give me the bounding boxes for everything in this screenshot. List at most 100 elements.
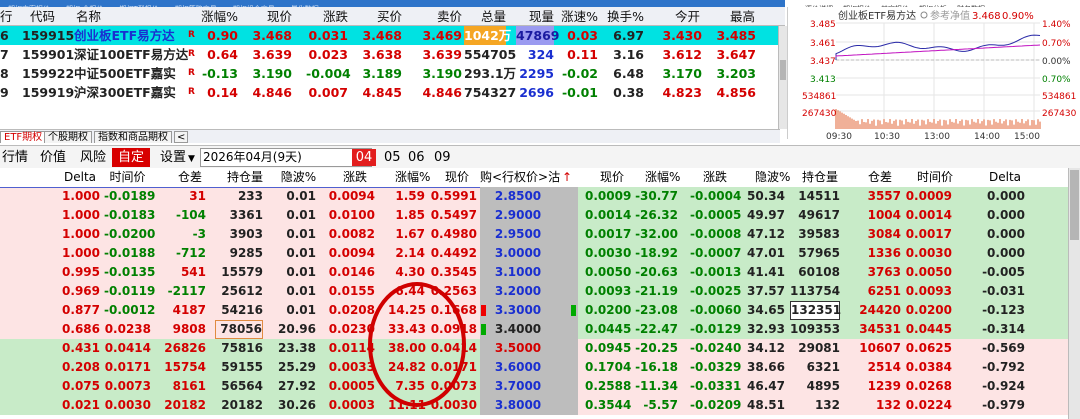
option-pt: 0.0200 bbox=[905, 303, 952, 317]
month-05-tab[interactable]: 05 bbox=[384, 146, 401, 169]
option-row[interactable]: 0.686 0.0238 9808 78056 20.96 0.0230 33.43 0.09… bbox=[0, 320, 1068, 339]
option-poc: 34531 bbox=[859, 322, 901, 336]
mini-chart-last-price: 3.468 bbox=[972, 11, 1001, 22]
header-ask[interactable]: 卖价 bbox=[420, 7, 462, 26]
option-header-oi[interactable]: 持仓量 bbox=[225, 168, 265, 187]
quote-row[interactable]: 9 159919 沪深300ETF嘉实 R 0.14 4.846 0.007 4.845 4.8… bbox=[0, 83, 785, 102]
option-header-chg_pct[interactable]: 涨幅% bbox=[645, 168, 680, 187]
option-pd: -0.924 bbox=[982, 379, 1025, 393]
option-piv: 32.93 bbox=[747, 322, 785, 336]
option-row[interactable]: 0.995 -0.0135 541 15579 0.01 0.0146 4.30 0.3545… bbox=[0, 263, 1068, 282]
expiry-date-value: 2026年04月(9天) bbox=[203, 150, 302, 164]
option-pt: 0.0093 bbox=[905, 284, 952, 298]
option-ppct: -22.47 bbox=[635, 322, 678, 336]
option-piv: 47.01 bbox=[747, 246, 785, 260]
option-row[interactable]: 0.431 0.0414 26826 75816 23.38 0.0114 38.00 0.0… bbox=[0, 339, 1068, 358]
option-header-delta[interactable]: Delta bbox=[985, 168, 1025, 187]
option-header-iv[interactable]: 隐波% bbox=[280, 168, 317, 187]
option-header-time_value[interactable]: 时间价 bbox=[105, 168, 150, 187]
quote-mode-button[interactable]: 行情 bbox=[2, 146, 28, 169]
option-row[interactable]: 1.000 -0.0183 -104 3361 0.01 0.0100 1.85 0.5497… bbox=[0, 206, 1068, 225]
quote-row[interactable]: 6 159915 创业板ETF易方达 R 0.90 3.468 0.031 3.468 3.46… bbox=[0, 26, 785, 45]
option-poc: 1004 bbox=[867, 208, 901, 222]
header-current-volume[interactable]: 现量 bbox=[520, 7, 554, 26]
option-piv: 41.41 bbox=[747, 265, 785, 279]
quote-chg_pct: 0.64 bbox=[207, 47, 238, 62]
header-chg[interactable]: 涨跌 bbox=[306, 7, 348, 26]
quote-bid: 3.468 bbox=[362, 28, 402, 43]
risk-mode-button[interactable]: 风险 bbox=[80, 146, 106, 169]
option-header-iv[interactable]: 隐波% bbox=[755, 168, 790, 187]
option-civ: 0.01 bbox=[286, 208, 316, 222]
option-row[interactable]: 1.000 -0.0189 31 233 0.01 0.0094 1.59 0.5991 2.8… bbox=[0, 187, 1068, 206]
option-poc: 3763 bbox=[867, 265, 901, 279]
quote-ask: 3.190 bbox=[422, 66, 462, 81]
quote-bid: 3.638 bbox=[362, 47, 402, 62]
option-header-delta[interactable]: Delta bbox=[60, 168, 100, 187]
quote-row[interactable]: 7 159901 深证100ETF易方达 R 0.64 3.639 0.023 3.638 3.… bbox=[0, 45, 785, 64]
option-grid-scrollbar[interactable] bbox=[1068, 168, 1080, 419]
header-chg-pct[interactable]: 涨幅% bbox=[190, 7, 238, 26]
option-header-strike[interactable]: 购<行权价>沽 bbox=[480, 168, 560, 187]
option-pd: -0.979 bbox=[982, 398, 1025, 412]
header-speed[interactable]: 涨速% bbox=[558, 7, 598, 26]
option-header-time_value[interactable]: 时间价 bbox=[915, 168, 955, 187]
header-high[interactable]: 最高 bbox=[725, 7, 755, 26]
header-turnover[interactable]: 换手% bbox=[600, 7, 644, 26]
sort-arrow-icon[interactable]: ↑ bbox=[562, 168, 572, 187]
tab-etf-options[interactable]: ETF期权 bbox=[0, 131, 47, 143]
option-cp: 54216 bbox=[221, 303, 263, 317]
top-tab-strip[interactable]: 期权方案报价期权-全报价期权T型报价期权策略交易期权组合交易量化数据 bbox=[0, 0, 785, 7]
option-ct: -0.0012 bbox=[104, 303, 156, 317]
option-row[interactable]: 1.000 -0.0188 -712 9285 0.01 0.0094 2.14 0.4492… bbox=[0, 244, 1068, 263]
month-04-tab[interactable]: 04 bbox=[352, 149, 376, 166]
option-pt: 0.0445 bbox=[905, 322, 952, 336]
option-cpct: 1.85 bbox=[395, 208, 425, 222]
option-piv: 49.97 bbox=[747, 208, 785, 222]
option-pp: 0.2588 bbox=[585, 379, 632, 393]
tab-index-commodity-options[interactable]: 指数和商品期权 bbox=[94, 131, 172, 143]
option-row[interactable]: 0.969 -0.0119 -2117 25612 0.01 0.0155 6.44 0.25… bbox=[0, 282, 1068, 301]
option-cd: 0.995 bbox=[62, 265, 100, 279]
month-06-tab[interactable]: 06 bbox=[408, 146, 425, 169]
option-header-oi[interactable]: 持仓量 bbox=[800, 168, 840, 187]
tab-stock-options[interactable]: 个股期权 bbox=[44, 131, 92, 143]
option-row[interactable]: 0.208 0.0171 15754 59155 25.29 0.0033 24.82 0.0… bbox=[0, 358, 1068, 377]
option-row[interactable]: 0.877 -0.0012 4187 54216 0.01 0.0208 14.25 0.16… bbox=[0, 301, 1068, 320]
option-header-chg[interactable]: 涨跌 bbox=[700, 168, 730, 187]
option-civ: 23.38 bbox=[278, 341, 316, 355]
option-header-price[interactable]: 现价 bbox=[440, 168, 474, 187]
quote-scrollbar[interactable] bbox=[778, 26, 787, 129]
option-cc: 0.0155 bbox=[328, 284, 375, 298]
header-open[interactable]: 今开 bbox=[670, 7, 700, 26]
option-row[interactable]: 0.021 0.0030 20182 20182 30.26 0.0003 11.11 0.0… bbox=[0, 396, 1068, 415]
option-header-chg_pct[interactable]: 涨幅% bbox=[395, 168, 430, 187]
option-co: 541 bbox=[180, 265, 206, 279]
option-header-oi_chg[interactable]: 仓差 bbox=[170, 168, 210, 187]
quote-row[interactable]: 8 159922 中证500ETF嘉实 R -0.13 3.190 -0.004 3.189 3… bbox=[0, 64, 785, 83]
custom-mode-button[interactable]: 自定 bbox=[112, 148, 151, 167]
tab-scroll-left-icon[interactable]: < bbox=[174, 131, 189, 143]
header-bid[interactable]: 买价 bbox=[360, 7, 402, 26]
right-tab-strip[interactable]: 逐价详细期权报价其它报价期权分析财务数据 bbox=[800, 0, 1080, 8]
expiry-date-select[interactable]: 2026年04月(9天)▼ bbox=[200, 148, 372, 167]
month-09-tab[interactable]: 09 bbox=[434, 146, 451, 169]
option-row[interactable]: 0.075 0.0073 8161 56564 27.92 0.0005 7.35 0.007… bbox=[0, 377, 1068, 396]
mini-y-left: 3.437 bbox=[810, 57, 836, 67]
header-name[interactable]: 名称 bbox=[76, 7, 136, 26]
quote-turnover: 6.97 bbox=[613, 28, 644, 43]
value-mode-button[interactable]: 价值 bbox=[40, 146, 66, 169]
option-k: 3.8000 bbox=[494, 398, 542, 412]
header-volume[interactable]: 总量 bbox=[474, 7, 506, 26]
option-t-quote-grid: Delta 时间价 仓差 持仓量 隐波% 涨跌 涨幅% 现价 购<行权价>沽 现价 涨幅% 涨跌 隐波%… bbox=[0, 168, 1068, 419]
option-header-price[interactable]: 现价 bbox=[598, 168, 626, 187]
option-row[interactable]: 1.000 -0.0200 -3 3903 0.01 0.0082 1.67 0.4980 2.… bbox=[0, 225, 1068, 244]
settings-button[interactable]: 设置 ▼ bbox=[160, 146, 195, 169]
header-price[interactable]: 现价 bbox=[250, 7, 292, 26]
option-cpx: 0.4492 bbox=[430, 246, 477, 260]
header-code[interactable]: 代码 bbox=[30, 7, 70, 26]
mini-y-right: 0.00% bbox=[1042, 57, 1071, 67]
option-header-chg[interactable]: 涨跌 bbox=[335, 168, 375, 187]
option-header-oi_chg[interactable]: 仓差 bbox=[860, 168, 900, 187]
quote-speed: 0.11 bbox=[567, 47, 598, 62]
